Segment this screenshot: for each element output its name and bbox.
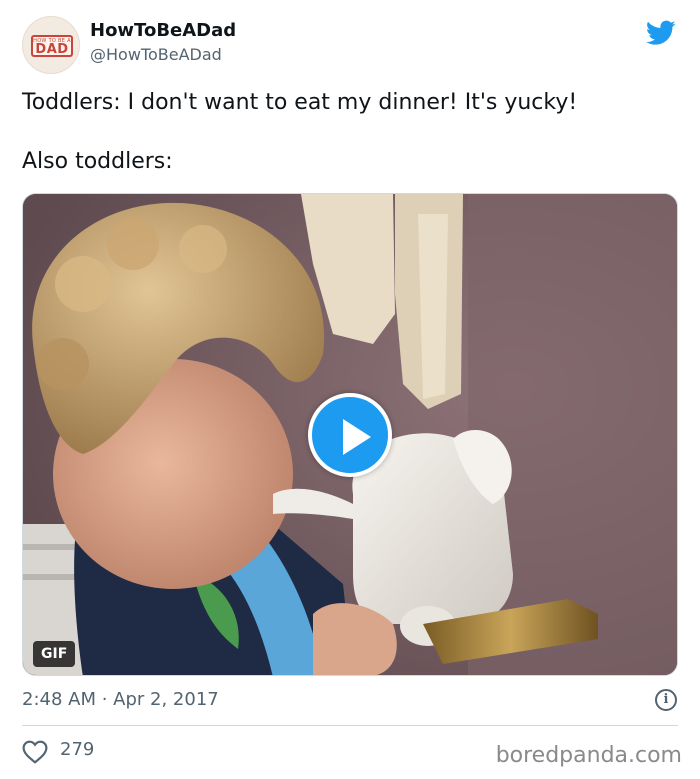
- tweet-timestamp[interactable]: 2:48 AM · Apr 2, 2017: [22, 688, 219, 712]
- info-icon[interactable]: i: [655, 689, 677, 711]
- author-handle[interactable]: @HowToBeADad: [90, 44, 236, 66]
- tweet-card: HOW TO BE A DAD HowToBeADad @HowToBeADad…: [0, 0, 700, 779]
- play-icon: [343, 419, 371, 455]
- avatar-logo-big-text: DAD: [35, 42, 69, 57]
- author-names: HowToBeADad @HowToBeADad: [90, 20, 236, 66]
- avatar[interactable]: HOW TO BE A DAD: [22, 16, 80, 74]
- divider: [22, 725, 678, 726]
- tweet-text-line-1: Toddlers: I don't want to eat my dinner!…: [22, 90, 578, 115]
- author-display-name[interactable]: HowToBeADad: [90, 20, 236, 42]
- how-to-be-a-dad-logo: HOW TO BE A DAD: [31, 35, 73, 57]
- like-count: 279: [60, 739, 95, 760]
- gif-badge: GIF: [33, 641, 76, 667]
- play-button[interactable]: [308, 393, 392, 477]
- heart-icon[interactable]: [22, 740, 48, 764]
- tweet-header: HOW TO BE A DAD HowToBeADad @HowToBeADad: [22, 16, 682, 76]
- gif-media[interactable]: GIF: [22, 193, 678, 676]
- tweet-text-line-2: Also toddlers:: [22, 149, 173, 174]
- boredpanda-watermark: boredpanda.com: [495, 743, 682, 768]
- twitter-bird-icon[interactable]: [646, 20, 676, 46]
